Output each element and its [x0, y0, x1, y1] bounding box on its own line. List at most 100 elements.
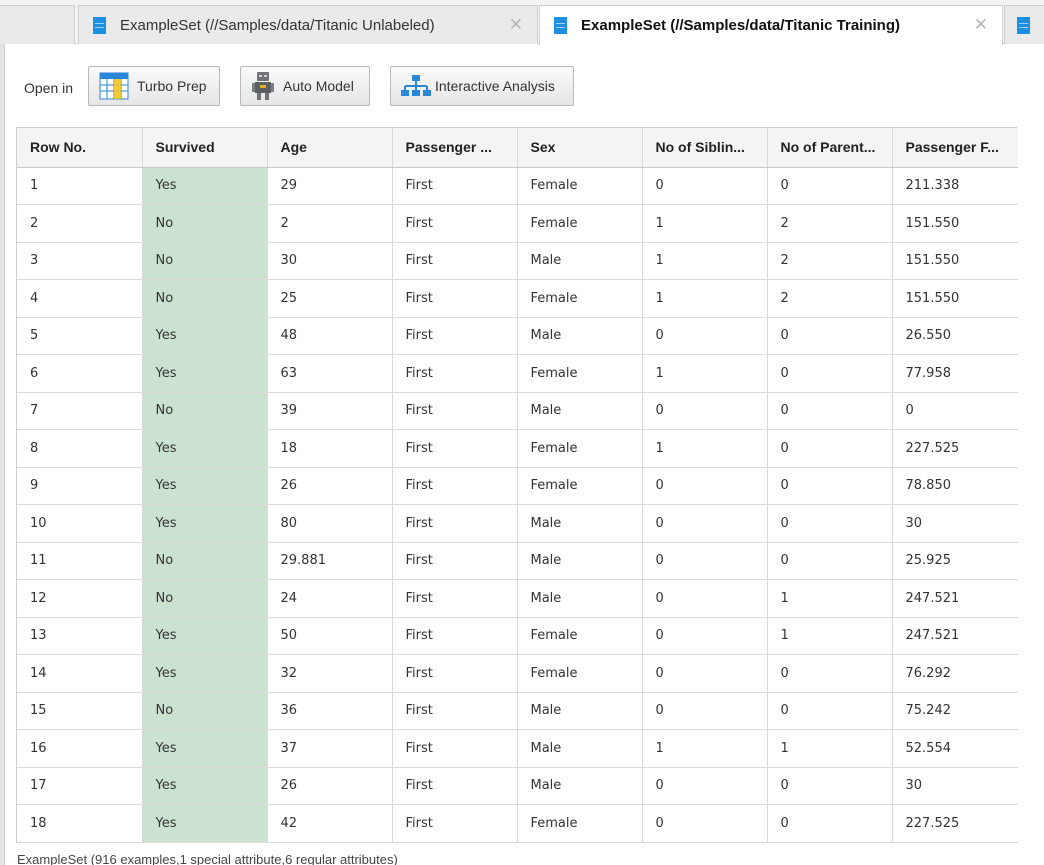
table-row[interactable]: 9 Yes 26 First Female 0 0 78.850 [17, 467, 1018, 505]
table-row[interactable]: 17 Yes 26 First Male 0 0 30 [17, 767, 1018, 805]
column-header-sex[interactable]: Sex [517, 128, 643, 168]
cell-age[interactable]: 30 [267, 242, 393, 280]
cell-siblings[interactable]: 1 [642, 429, 768, 468]
cell-survived[interactable]: Yes [142, 804, 268, 843]
cell-parents[interactable]: 0 [767, 654, 893, 693]
cell-sex[interactable]: Male [517, 542, 643, 580]
cell-sex[interactable]: Male [517, 579, 643, 618]
cell-passenger-class[interactable]: First [392, 504, 518, 543]
cell-passenger-fare[interactable]: 30 [892, 767, 1018, 805]
cell-passenger-fare[interactable]: 227.525 [892, 804, 1018, 843]
table-row[interactable]: 2 No 2 First Female 1 2 151.550 [17, 204, 1018, 243]
cell-siblings[interactable]: 0 [642, 654, 768, 693]
close-icon[interactable]: ✕ [509, 15, 523, 35]
cell-age[interactable]: 48 [267, 317, 393, 355]
cell-passenger-fare[interactable]: 26.550 [892, 317, 1018, 355]
cell-parents[interactable]: 0 [767, 429, 893, 468]
cell-siblings[interactable]: 0 [642, 767, 768, 805]
cell-sex[interactable]: Female [517, 279, 643, 318]
cell-sex[interactable]: Male [517, 692, 643, 730]
cell-survived[interactable]: Yes [142, 767, 268, 805]
cell-row-no[interactable]: 11 [17, 542, 143, 580]
cell-parents[interactable]: 0 [767, 542, 893, 580]
cell-row-no[interactable]: 7 [17, 392, 143, 430]
cell-parents[interactable]: 0 [767, 317, 893, 355]
cell-age[interactable]: 29.881 [267, 542, 393, 580]
column-header-parents[interactable]: No of Parent... [767, 128, 893, 168]
cell-passenger-class[interactable]: First [392, 467, 518, 505]
cell-parents[interactable]: 2 [767, 204, 893, 243]
cell-passenger-fare[interactable]: 151.550 [892, 279, 1018, 318]
cell-row-no[interactable]: 6 [17, 354, 143, 393]
cell-row-no[interactable]: 17 [17, 767, 143, 805]
cell-passenger-fare[interactable]: 227.525 [892, 429, 1018, 468]
cell-survived[interactable]: Yes [142, 167, 268, 205]
cell-passenger-fare[interactable]: 77.958 [892, 354, 1018, 393]
cell-sex[interactable]: Female [517, 429, 643, 468]
cell-passenger-class[interactable]: First [392, 392, 518, 430]
table-row[interactable]: 13 Yes 50 First Female 0 1 247.521 [17, 617, 1018, 655]
tab-overflow-right[interactable] [1004, 5, 1044, 44]
column-header-survived[interactable]: Survived [142, 128, 268, 168]
table-row[interactable]: 3 No 30 First Male 1 2 151.550 [17, 242, 1018, 280]
column-header-passenger-fare[interactable]: Passenger F... [892, 128, 1018, 168]
cell-passenger-class[interactable]: First [392, 579, 518, 618]
cell-parents[interactable]: 2 [767, 242, 893, 280]
cell-parents[interactable]: 0 [767, 767, 893, 805]
tab-titanic-unlabeled[interactable]: ExampleSet (//Samples/data/Titanic Unlab… [78, 5, 538, 44]
cell-age[interactable]: 32 [267, 654, 393, 693]
cell-passenger-class[interactable]: First [392, 692, 518, 730]
cell-sex[interactable]: Female [517, 167, 643, 205]
tab-hidden-left[interactable] [0, 5, 75, 44]
cell-row-no[interactable]: 2 [17, 204, 143, 243]
table-row[interactable]: 11 No 29.881 First Male 0 0 25.925 [17, 542, 1018, 580]
cell-survived[interactable]: No [142, 692, 268, 730]
cell-sex[interactable]: Male [517, 317, 643, 355]
cell-siblings[interactable]: 1 [642, 279, 768, 318]
cell-sex[interactable]: Female [517, 804, 643, 843]
cell-passenger-fare[interactable]: 0 [892, 392, 1018, 430]
cell-age[interactable]: 26 [267, 767, 393, 805]
cell-passenger-class[interactable]: First [392, 542, 518, 580]
cell-row-no[interactable]: 18 [17, 804, 143, 843]
column-header-row-no[interactable]: Row No. [17, 128, 143, 168]
cell-passenger-fare[interactable]: 78.850 [892, 467, 1018, 505]
cell-age[interactable]: 29 [267, 167, 393, 205]
cell-age[interactable]: 80 [267, 504, 393, 543]
cell-passenger-class[interactable]: First [392, 354, 518, 393]
cell-passenger-class[interactable]: First [392, 767, 518, 805]
cell-siblings[interactable]: 0 [642, 504, 768, 543]
cell-passenger-fare[interactable]: 76.292 [892, 654, 1018, 693]
cell-siblings[interactable]: 1 [642, 354, 768, 393]
cell-survived[interactable]: No [142, 392, 268, 430]
interactive-analysis-button[interactable]: Interactive Analysis [390, 66, 574, 106]
cell-parents[interactable]: 2 [767, 279, 893, 318]
cell-age[interactable]: 63 [267, 354, 393, 393]
cell-passenger-class[interactable]: First [392, 729, 518, 768]
cell-sex[interactable]: Male [517, 767, 643, 805]
close-icon[interactable]: ✕ [974, 15, 988, 35]
cell-siblings[interactable]: 0 [642, 467, 768, 505]
cell-age[interactable]: 26 [267, 467, 393, 505]
cell-siblings[interactable]: 1 [642, 242, 768, 280]
table-row[interactable]: 5 Yes 48 First Male 0 0 26.550 [17, 317, 1018, 355]
cell-passenger-class[interactable]: First [392, 804, 518, 843]
cell-siblings[interactable]: 0 [642, 167, 768, 205]
table-row[interactable]: 18 Yes 42 First Female 0 0 227.525 [17, 804, 1018, 843]
cell-sex[interactable]: Female [517, 654, 643, 693]
cell-parents[interactable]: 0 [767, 392, 893, 430]
cell-row-no[interactable]: 14 [17, 654, 143, 693]
cell-sex[interactable]: Male [517, 242, 643, 280]
cell-passenger-class[interactable]: First [392, 654, 518, 693]
cell-row-no[interactable]: 1 [17, 167, 143, 205]
cell-sex[interactable]: Male [517, 729, 643, 768]
cell-row-no[interactable]: 13 [17, 617, 143, 655]
tab-titanic-training[interactable]: ExampleSet (//Samples/data/Titanic Train… [539, 5, 1003, 45]
cell-sex[interactable]: Female [517, 204, 643, 243]
cell-survived[interactable]: Yes [142, 317, 268, 355]
cell-row-no[interactable]: 4 [17, 279, 143, 318]
cell-row-no[interactable]: 5 [17, 317, 143, 355]
column-header-siblings[interactable]: No of Siblin... [642, 128, 768, 168]
cell-parents[interactable]: 1 [767, 579, 893, 618]
table-row[interactable]: 4 No 25 First Female 1 2 151.550 [17, 279, 1018, 318]
